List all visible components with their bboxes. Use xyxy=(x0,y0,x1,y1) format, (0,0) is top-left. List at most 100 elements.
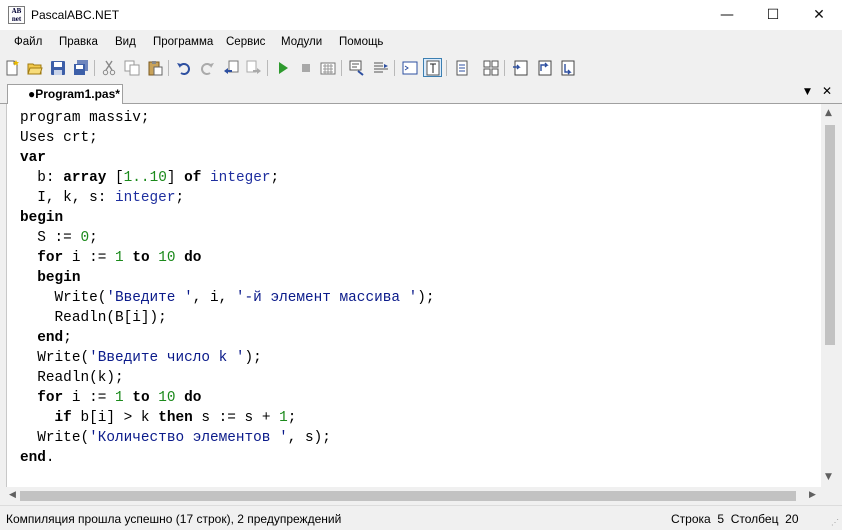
code-plain xyxy=(176,390,185,406)
code-keyword: var xyxy=(20,150,46,166)
menu-program[interactable]: Программа xyxy=(153,36,213,48)
cursor-position: Строка 5 Столбец 20 xyxy=(671,512,799,526)
step-out-icon[interactable] xyxy=(557,58,576,77)
horizontal-scroll-thumb[interactable] xyxy=(20,491,796,501)
editor-tab-strip: ●Program1.pas* ▼ ✕ xyxy=(0,82,842,104)
line-label: Строка xyxy=(671,512,711,526)
code-line[interactable]: Readln(k); xyxy=(20,368,435,388)
code-plain: Write( xyxy=(20,350,90,366)
code-line[interactable]: Write('Введите ', i, '-й элемент массива… xyxy=(20,288,435,308)
code-line[interactable]: S := 0; xyxy=(20,228,435,248)
code-line[interactable]: begin xyxy=(20,268,435,288)
goto-line-icon[interactable] xyxy=(371,58,390,77)
vertical-scrollbar[interactable]: ▲ ▼ xyxy=(821,104,838,487)
code-text[interactable]: program massiv; Uses crt; var b: array [1.… xyxy=(20,108,435,468)
cut-icon[interactable] xyxy=(99,58,118,77)
menu-modules[interactable]: Модули xyxy=(281,36,322,48)
debug-output-icon[interactable] xyxy=(347,58,366,77)
code-line[interactable]: var xyxy=(20,148,435,168)
undo-icon[interactable] xyxy=(174,58,193,77)
menu-view[interactable]: Вид xyxy=(115,36,136,48)
title-bar: AB net PascalABC.NET — ☐ ✕ xyxy=(0,0,842,30)
code-plain xyxy=(20,270,37,286)
menu-help[interactable]: Помощь xyxy=(339,36,383,48)
code-plain xyxy=(20,410,55,426)
code-plain: . xyxy=(45,450,55,466)
code-plain: i := xyxy=(63,250,116,266)
minimize-button[interactable]: — xyxy=(704,0,750,30)
tab-list-dropdown-icon[interactable]: ▼ xyxy=(804,87,811,97)
maximize-button[interactable]: ☐ xyxy=(750,0,796,30)
code-line[interactable]: for i := 1 to 10 do xyxy=(20,248,435,268)
menu-service[interactable]: Сервис xyxy=(226,36,265,48)
code-line[interactable]: Write('Количество элементов ', s); xyxy=(20,428,435,448)
code-line[interactable]: end. xyxy=(20,448,435,468)
code-plain: , i, xyxy=(192,290,236,306)
scroll-up-icon[interactable]: ▲ xyxy=(825,108,832,118)
tab-program1[interactable]: ●Program1.pas* xyxy=(7,84,123,104)
code-plain: I, k, s: xyxy=(20,190,115,206)
code-plain: b[i] > k xyxy=(71,410,159,426)
redo-icon[interactable] xyxy=(197,58,216,77)
scroll-left-icon[interactable]: ◀ xyxy=(9,490,16,500)
code-string: 'Введите число k ' xyxy=(89,350,245,366)
code-keyword: for xyxy=(37,390,64,406)
code-plain: Readln(B[i]); xyxy=(20,310,167,326)
open-folder-icon[interactable] xyxy=(25,58,44,77)
code-keyword: do xyxy=(184,250,202,266)
menu-edit[interactable]: Правка xyxy=(59,36,98,48)
close-button[interactable]: ✕ xyxy=(796,0,842,30)
scroll-down-icon[interactable]: ▼ xyxy=(825,472,832,482)
output-window-icon[interactable] xyxy=(400,58,419,77)
code-plain xyxy=(150,390,159,406)
new-file-icon[interactable] xyxy=(2,58,21,77)
code-line[interactable]: Uses crt; xyxy=(20,128,435,148)
run-icon[interactable] xyxy=(273,58,292,77)
save-all-icon[interactable] xyxy=(71,58,90,77)
code-line[interactable]: for i := 1 to 10 do xyxy=(20,388,435,408)
code-keyword: begin xyxy=(20,210,64,226)
stop-icon[interactable] xyxy=(296,58,315,77)
menu-file[interactable]: Файл xyxy=(14,36,42,48)
code-number: 1 xyxy=(115,250,124,266)
code-plain: s := s + xyxy=(192,410,280,426)
code-type: integer xyxy=(210,170,271,186)
code-keyword: to xyxy=(132,390,150,406)
code-line[interactable]: end; xyxy=(20,328,435,348)
toolbar-separator xyxy=(504,60,505,76)
code-line[interactable]: Readln(B[i]); xyxy=(20,308,435,328)
code-plain: Write( xyxy=(20,290,107,306)
pascalabc-app-icon: AB net xyxy=(8,6,25,24)
save-icon[interactable] xyxy=(48,58,67,77)
step-over-icon[interactable] xyxy=(534,58,553,77)
code-line[interactable]: begin xyxy=(20,208,435,228)
code-line[interactable]: b: array [1..10] of integer; xyxy=(20,168,435,188)
code-line[interactable]: if b[i] > k then s := s + 1; xyxy=(20,408,435,428)
code-line[interactable]: program massiv; xyxy=(20,108,435,128)
code-line[interactable]: I, k, s: integer; xyxy=(20,188,435,208)
compile-icon[interactable] xyxy=(318,58,337,77)
toolbar-separator xyxy=(267,60,268,76)
resize-grip-icon[interactable]: ⋰ xyxy=(831,518,839,527)
code-plain: , s); xyxy=(287,430,331,446)
horizontal-scrollbar[interactable]: ◀ ▶ xyxy=(6,487,821,504)
code-line[interactable]: Write('Введите число k '); xyxy=(20,348,435,368)
code-plain xyxy=(20,250,37,266)
code-keyword: begin xyxy=(37,270,81,286)
breakpoint-icon[interactable] xyxy=(452,58,471,77)
toolbar xyxy=(0,54,842,81)
navigate-forward-icon[interactable] xyxy=(244,58,263,77)
code-editor-icon[interactable] xyxy=(423,58,442,77)
step-into-icon[interactable] xyxy=(510,58,529,77)
paste-icon[interactable] xyxy=(145,58,164,77)
copy-icon[interactable] xyxy=(122,58,141,77)
code-editor[interactable]: program massiv; Uses crt; var b: array [1.… xyxy=(6,104,822,487)
navigate-back-icon[interactable] xyxy=(221,58,240,77)
watch-icon[interactable] xyxy=(481,58,500,77)
code-keyword: of xyxy=(184,170,202,186)
column-label: Столбец xyxy=(730,512,779,526)
vertical-scroll-thumb[interactable] xyxy=(825,125,835,345)
scroll-right-icon[interactable]: ▶ xyxy=(809,490,816,500)
close-tab-icon[interactable]: ✕ xyxy=(822,84,832,98)
code-plain: i := xyxy=(63,390,116,406)
